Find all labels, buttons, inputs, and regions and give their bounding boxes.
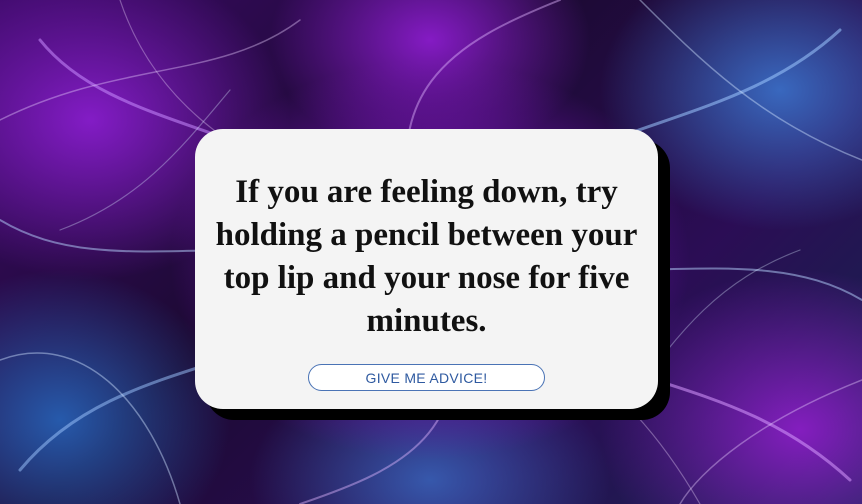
give-advice-button[interactable]: GIVE ME ADVICE! bbox=[308, 364, 545, 391]
advice-text: If you are feeling down, try holding a p… bbox=[215, 174, 638, 339]
advice-card: If you are feeling down, try holding a p… bbox=[195, 129, 658, 409]
